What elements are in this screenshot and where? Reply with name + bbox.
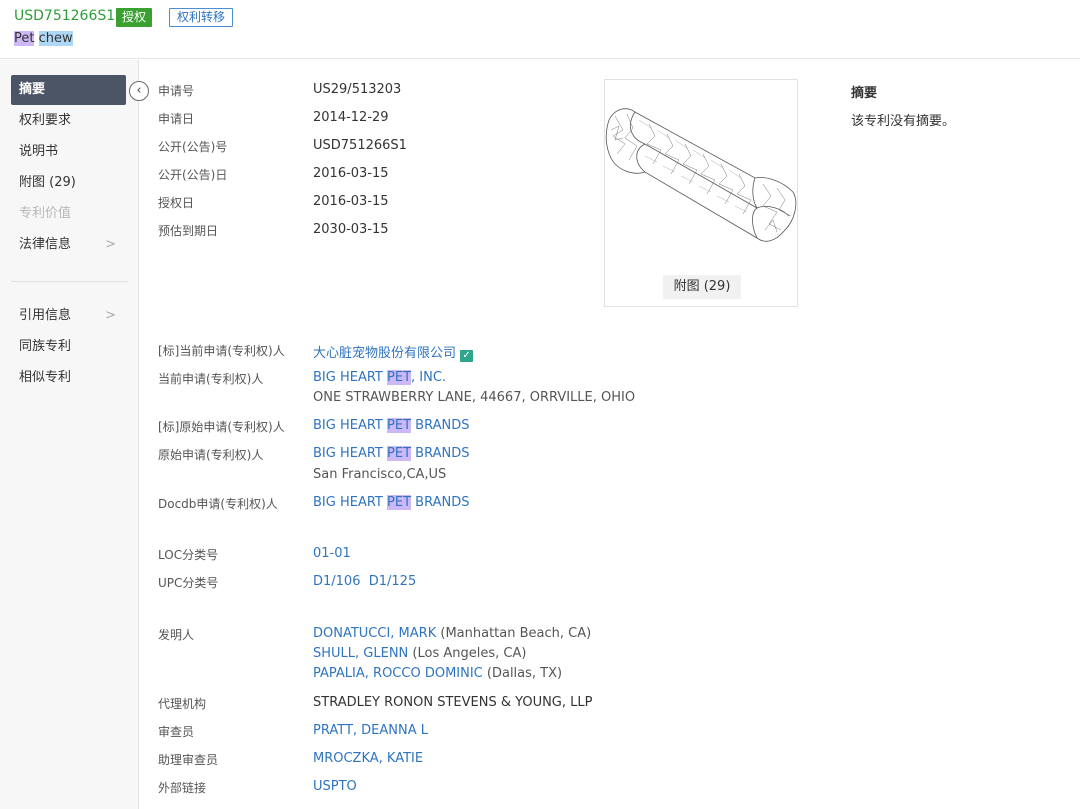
examiner-link[interactable]: PRATT, DEANNA L	[313, 723, 428, 738]
nav-item-patent-value: 专利价值	[19, 206, 72, 221]
inventor-link[interactable]: DONATUCCI, MARK	[313, 626, 436, 641]
field-label: 发明人	[158, 628, 195, 642]
field-label: 公开(公告)号	[158, 140, 228, 154]
inventor-link[interactable]: SHULL, GLENN	[313, 646, 408, 661]
abstract-text: 该专利没有摘要。	[851, 114, 956, 129]
field-label: 公开(公告)日	[158, 168, 228, 182]
field-label: UPC分类号	[158, 576, 219, 590]
collapse-sidebar-button[interactable]: ‹	[129, 81, 149, 101]
docdb-applicant-link[interactable]: BIG HEART PET BRANDS	[313, 495, 469, 510]
field-label: 预估到期日	[158, 224, 219, 238]
granted-badge: 授权	[116, 8, 153, 27]
inventor-link[interactable]: PAPALIA, ROCCO DOMINIC	[313, 666, 483, 681]
rights-transfer-badge[interactable]: 权利转移	[169, 8, 234, 27]
loc-class-link[interactable]: 01-01	[313, 546, 351, 561]
chevron-left-icon: ‹	[136, 83, 142, 98]
field-label: 原始申请(专利权)人	[158, 448, 264, 462]
current-applicant-link[interactable]: BIG HEART PET, INC.	[313, 370, 446, 385]
field-label: 审查员	[158, 725, 195, 739]
grant-date: 2016-03-15	[313, 194, 389, 209]
pet-chew-drawing-icon	[605, 108, 797, 242]
original-applicant-address: San Francisco,CA,US	[313, 467, 447, 482]
field-label: 代理机构	[158, 697, 207, 711]
current-applicant-address: ONE STRAWBERRY LANE, 44667, ORRVILLE, OH…	[313, 390, 636, 405]
abstract-title: 摘要	[851, 86, 878, 101]
field-label: 授权日	[158, 196, 195, 210]
field-label: LOC分类号	[158, 548, 219, 562]
application-number: US29/513203	[313, 82, 402, 97]
agency-value: STRADLEY RONON STEVENS & YOUNG, LLP	[313, 695, 593, 710]
nav-item-drawings[interactable]: 附图 (29)	[11, 168, 126, 198]
nav-divider	[11, 281, 128, 282]
original-applicant-link[interactable]: BIG HEART PET BRANDS	[313, 446, 469, 461]
nav-item-abstract[interactable]: 摘要	[11, 75, 126, 105]
header-pub-number: USD751266S1	[14, 8, 116, 24]
nav-item-citations[interactable]: 引用信息 >	[11, 301, 126, 331]
sidebar-nav: 摘要 权利要求 说明书 附图 (29) 专利价值 法律信息 > 引用信息 > 同族专…	[0, 60, 139, 809]
field-label: [标]当前申请(专利权)人	[158, 344, 285, 358]
verified-icon: ✓	[460, 350, 474, 362]
nav-item-claims[interactable]: 权利要求	[11, 106, 126, 136]
std-original-applicant-link[interactable]: BIG HEART PET BRANDS	[313, 418, 469, 433]
upc-class-link[interactable]: D1/125	[369, 574, 416, 589]
application-date: 2014-12-29	[313, 110, 389, 125]
patent-header: USD751266S1 授权 权利转移 Pet chew	[0, 0, 1080, 59]
title-word-chew: chew	[38, 31, 73, 46]
field-label: 助理审查员	[158, 753, 219, 767]
field-label: [标]原始申请(专利权)人	[158, 420, 285, 434]
inventor-row: DONATUCCI, MARK (Manhattan Beach, CA)	[313, 626, 592, 641]
std-current-applicant-link[interactable]: 大心脏宠物股份有限公司	[313, 346, 456, 361]
nav-item-similar[interactable]: 相似专利	[11, 363, 126, 393]
title-word-pet: Pet	[14, 31, 35, 46]
field-label: 当前申请(专利权)人	[158, 372, 264, 386]
field-label: 外部链接	[158, 781, 207, 795]
assistant-examiner-link[interactable]: MROCZKA, KATIE	[313, 751, 423, 766]
upc-class-link[interactable]: D1/106	[313, 574, 360, 589]
drawing-preview[interactable]: 附图 (29)	[604, 79, 798, 307]
inventor-row: PAPALIA, ROCCO DOMINIC (Dallas, TX)	[313, 666, 563, 681]
upc-classes: D1/106 D1/125	[313, 574, 416, 589]
publication-date: 2016-03-15	[313, 166, 389, 181]
nav-item-family[interactable]: 同族专利	[11, 332, 126, 362]
drawings-button[interactable]: 附图 (29)	[663, 275, 741, 299]
chevron-right-icon: >	[105, 237, 116, 252]
nav-item-description[interactable]: 说明书	[11, 137, 126, 167]
expiry-date: 2030-03-15	[313, 222, 389, 237]
std-current-applicant: 大心脏宠物股份有限公司 ✓	[313, 342, 474, 362]
field-label: 申请号	[158, 84, 195, 98]
patent-title: Pet chew	[14, 31, 73, 46]
field-label: Docdb申请(专利权)人	[158, 497, 278, 511]
field-label: 申请日	[158, 112, 195, 126]
nav-item-legal-info[interactable]: 法律信息 >	[11, 230, 126, 260]
publication-number: USD751266S1	[313, 138, 407, 153]
uspto-link[interactable]: USPTO	[313, 779, 357, 794]
inventor-row: SHULL, GLENN (Los Angeles, CA)	[313, 646, 527, 661]
chevron-right-icon: >	[105, 308, 116, 323]
